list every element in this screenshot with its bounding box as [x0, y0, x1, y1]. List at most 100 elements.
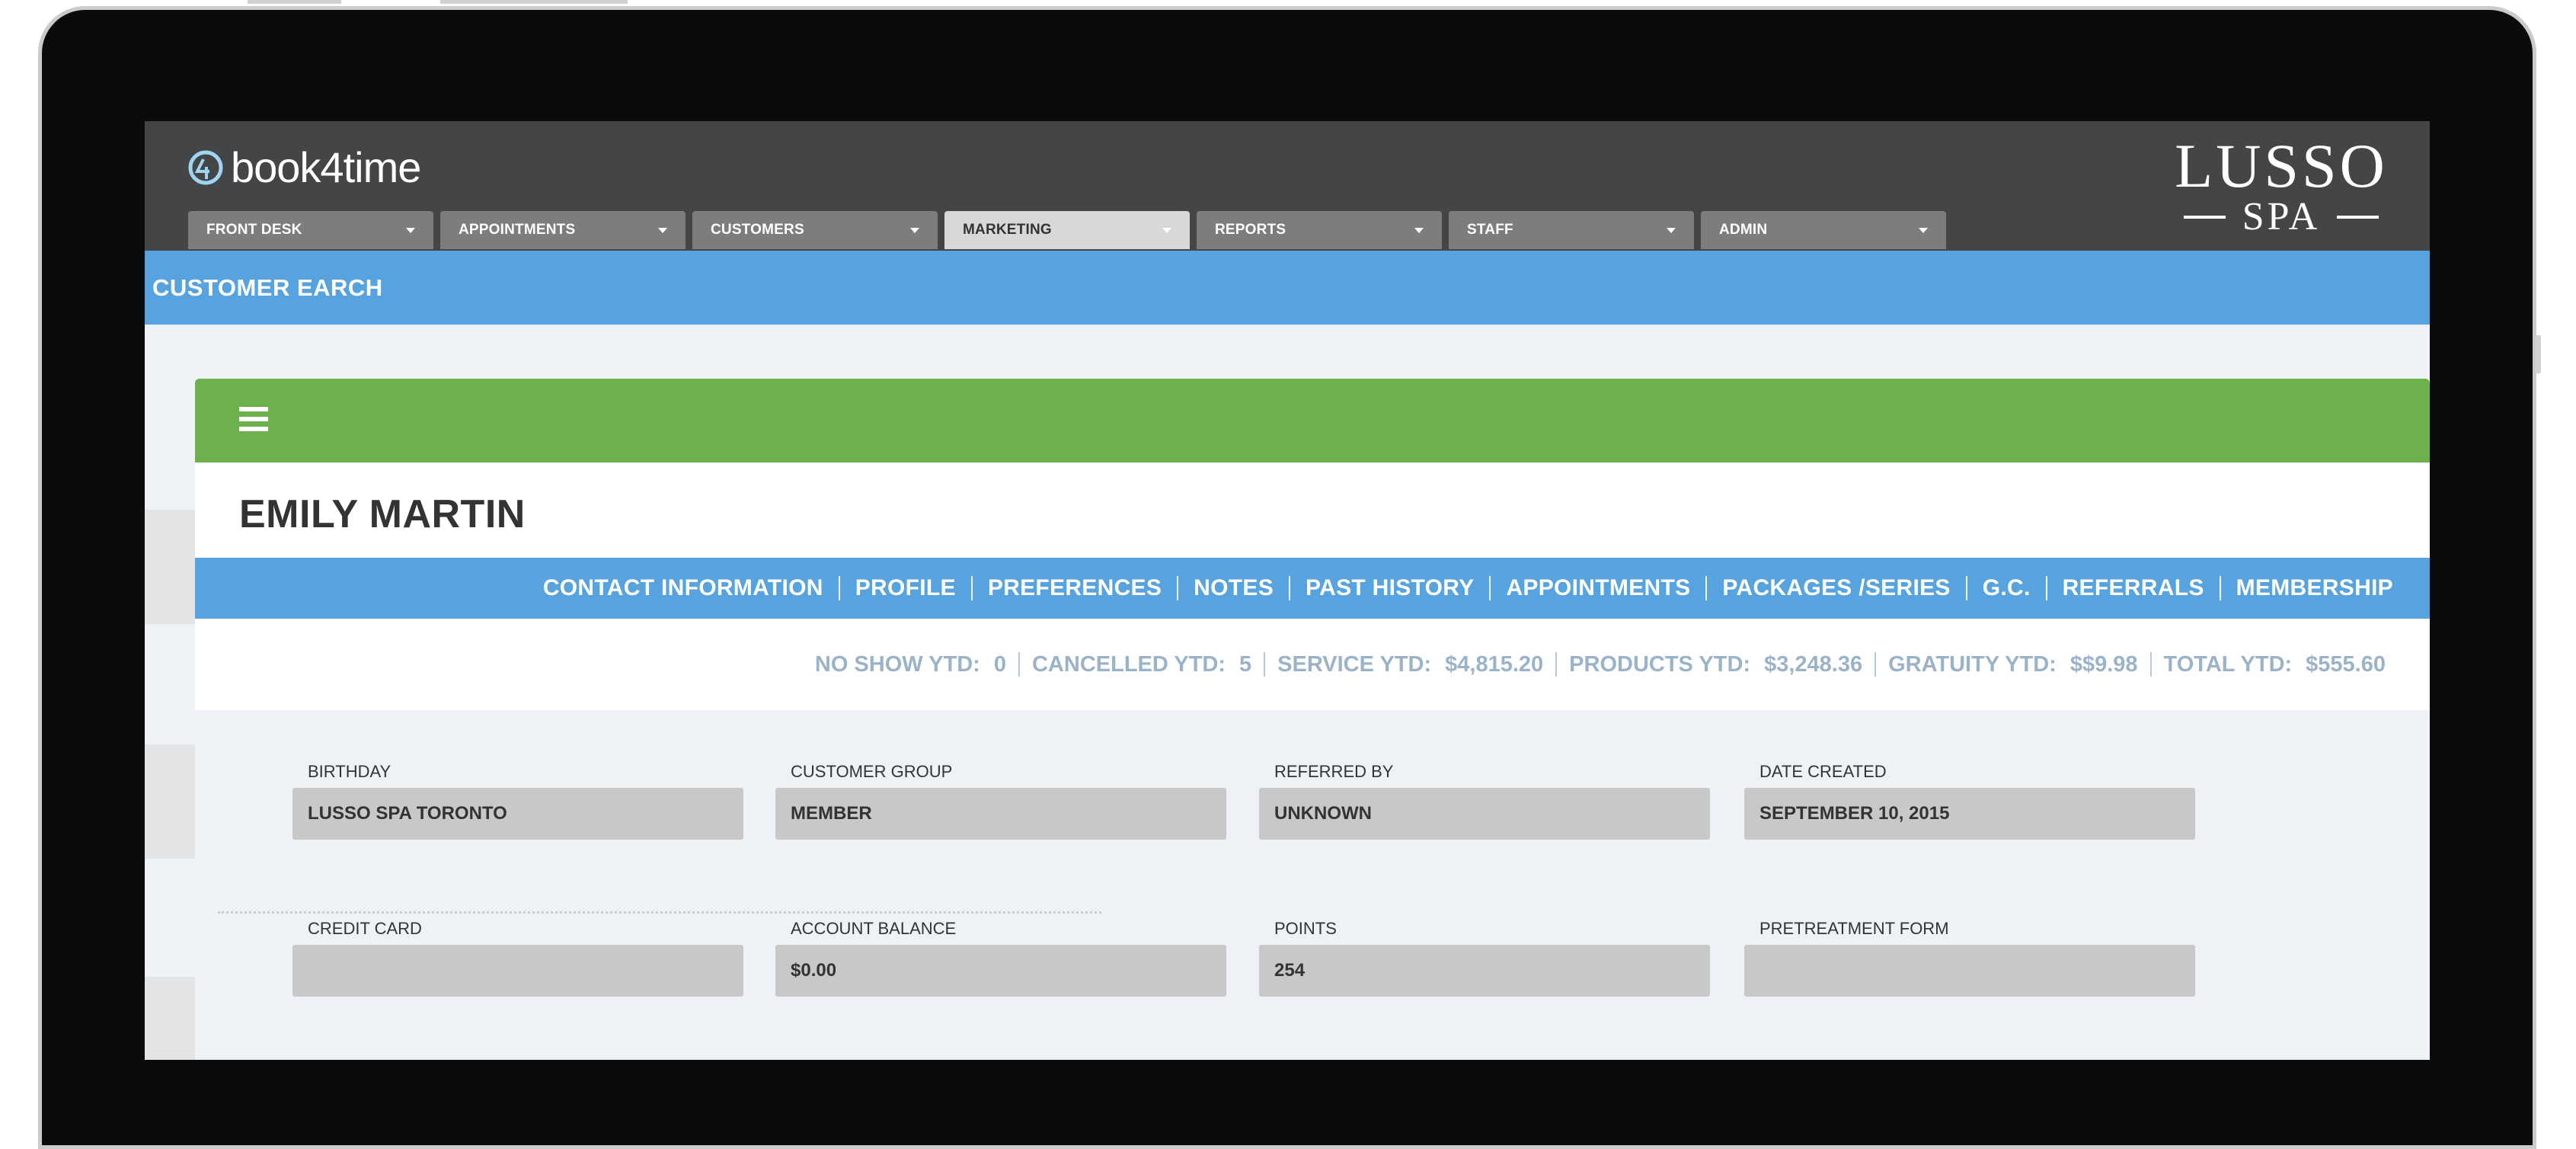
nav-appointments[interactable]: APPOINTMENTS	[440, 211, 686, 249]
birthday-field[interactable]: LUSSO SPA TORONTO	[292, 788, 743, 840]
tab-divider	[838, 576, 840, 600]
tab-divider	[1177, 576, 1179, 600]
points-label: POINTS	[1274, 919, 1337, 938]
birthday-label: BIRTHDAY	[308, 762, 392, 781]
tab-gc[interactable]: G.C.	[1983, 575, 2031, 601]
nav-label: REPORTS	[1215, 222, 1286, 238]
tab-notes[interactable]: NOTES	[1194, 575, 1274, 601]
nav-admin[interactable]: ADMIN	[1701, 211, 1946, 249]
tab-divider	[1965, 576, 1967, 600]
date-created-field[interactable]: SEPTEMBER 10, 2015	[1744, 788, 2195, 840]
nav-label: ADMIN	[1719, 222, 1768, 238]
referred-by-label: REFERRED BY	[1274, 762, 1394, 781]
pretreatment-form-field[interactable]	[1744, 945, 2195, 997]
customer-tabs: CONTACT INFORMATION PROFILE PREFERENCES …	[195, 558, 2430, 619]
tab-divider	[1705, 576, 1708, 600]
nav-label: MARKETING	[963, 222, 1052, 238]
main-nav: FRONT DESK APPOINTMENTS CUSTOMERS MARKET…	[188, 211, 1953, 249]
tab-divider	[1489, 576, 1491, 600]
background-row	[145, 977, 195, 1060]
stat-label-no-show: NO SHOW YTD:	[814, 651, 980, 677]
chevron-down-icon	[406, 227, 415, 233]
tab-referrals[interactable]: REFERRALS	[2063, 575, 2204, 601]
logo-text: book4time	[231, 143, 421, 191]
nav-label: CUSTOMERS	[711, 222, 804, 238]
brand-subtitle-row: SPA	[2156, 197, 2407, 237]
points-field-group: POINTS 254	[1259, 919, 1710, 997]
account-balance-field[interactable]: $0.00	[775, 945, 1226, 997]
background-row	[145, 744, 195, 859]
stat-value-service: $4,815.20	[1445, 651, 1544, 677]
nav-staff[interactable]: STAFF	[1449, 211, 1694, 249]
chevron-down-icon	[1919, 227, 1928, 233]
tab-divider	[970, 576, 973, 600]
nav-front-desk[interactable]: FRONT DESK	[188, 211, 433, 249]
customer-name-area: EMILY MARTIN	[195, 462, 2430, 558]
chevron-down-icon	[1162, 227, 1171, 233]
stat-value-total: $555.60	[2306, 651, 2386, 677]
page-title-bar: CUSTOMER EARCH	[145, 251, 2430, 325]
stat-divider	[1264, 652, 1266, 677]
customer-group-field[interactable]: MEMBER	[775, 788, 1226, 840]
credit-card-field[interactable]	[292, 945, 743, 997]
stat-label-service: SERVICE YTD:	[1277, 651, 1432, 677]
hamburger-menu-icon[interactable]	[239, 407, 268, 433]
brand-divider	[2183, 216, 2226, 219]
device-side-button	[2535, 335, 2541, 373]
customer-name: EMILY MARTIN	[239, 492, 526, 536]
tab-divider	[1289, 576, 1291, 600]
nav-label: STAFF	[1467, 222, 1513, 238]
card-toolbar	[195, 379, 2430, 462]
tab-profile[interactable]: PROFILE	[855, 575, 956, 601]
brand-divider	[2337, 216, 2379, 219]
referred-by-field[interactable]: UNKNOWN	[1259, 788, 1710, 840]
date-created-label: DATE CREATED	[1759, 762, 1887, 781]
stat-label-gratuity: GRATUITY YTD:	[1888, 651, 2057, 677]
tab-membership[interactable]: MEMBERSHIP	[2236, 575, 2393, 601]
brand-subtitle: SPA	[2242, 195, 2321, 238]
tab-divider	[2219, 576, 2221, 600]
stat-divider	[1018, 652, 1020, 677]
stat-value-products: $3,248.36	[1764, 651, 1863, 677]
stat-label-cancelled: CANCELLED YTD:	[1031, 651, 1226, 677]
app-logo[interactable]: book4time	[187, 142, 421, 192]
chevron-down-icon	[1414, 227, 1424, 233]
tab-contact-information[interactable]: CONTACT INFORMATION	[543, 575, 823, 601]
credit-card-label: CREDIT CARD	[308, 919, 422, 938]
account-balance-label: ACCOUNT BALANCE	[791, 919, 957, 938]
tab-packages-series[interactable]: PACKAGES /SERIES	[1722, 575, 1950, 601]
tab-appointments[interactable]: APPOINTMENTS	[1506, 575, 1690, 601]
stat-value-gratuity: $$9.98	[2069, 651, 2138, 677]
tab-preferences[interactable]: PREFERENCES	[988, 575, 1162, 601]
page-title: CUSTOMER EARCH	[152, 274, 383, 301]
brand-name: LUSSO	[2175, 131, 2388, 200]
stat-divider	[1874, 652, 1877, 677]
app-screen: book4time FRONT DESK APPOINTMENTS CUSTOM…	[145, 121, 2430, 1060]
device-top-button	[248, 0, 341, 4]
chevron-down-icon	[658, 227, 667, 233]
nav-customers[interactable]: CUSTOMERS	[692, 211, 938, 249]
customer-card: EMILY MARTIN CONTACT INFORMATION PROFILE…	[195, 379, 2430, 1060]
birthday-field-group: BIRTHDAY LUSSO SPA TORONTO	[292, 762, 743, 840]
customer-group-field-group: CUSTOMER GROUP MEMBER	[775, 762, 1226, 840]
pretreatment-form-field-group: PRETREATMENT FORM	[1744, 919, 2195, 997]
nav-marketing[interactable]: MARKETING	[944, 211, 1190, 249]
date-created-field-group: DATE CREATED SEPTEMBER 10, 2015	[1744, 762, 2195, 840]
credit-card-field-group: CREDIT CARD	[292, 919, 743, 997]
tab-past-history[interactable]: PAST HISTORY	[1306, 575, 1474, 601]
book4time-logo-icon	[188, 150, 223, 184]
stat-divider	[2149, 652, 2152, 677]
tab-divider	[2045, 576, 2047, 600]
nav-reports[interactable]: REPORTS	[1197, 211, 1442, 249]
stat-divider	[1555, 652, 1558, 677]
nav-label: APPOINTMENTS	[459, 222, 576, 238]
nav-label: FRONT DESK	[206, 222, 302, 238]
referred-by-field-group: REFERRED BY UNKNOWN	[1259, 762, 1710, 840]
ytd-stats: NO SHOW YTD: 0 CANCELLED YTD: 5 SERVICE …	[195, 619, 2430, 710]
chevron-down-icon	[1667, 227, 1676, 233]
background-row	[145, 510, 195, 624]
points-field[interactable]: 254	[1259, 945, 1710, 997]
app-header: book4time FRONT DESK APPOINTMENTS CUSTOM…	[145, 121, 2430, 251]
section-divider	[218, 911, 1101, 914]
stat-label-products: PRODUCTS YTD:	[1569, 651, 1751, 677]
